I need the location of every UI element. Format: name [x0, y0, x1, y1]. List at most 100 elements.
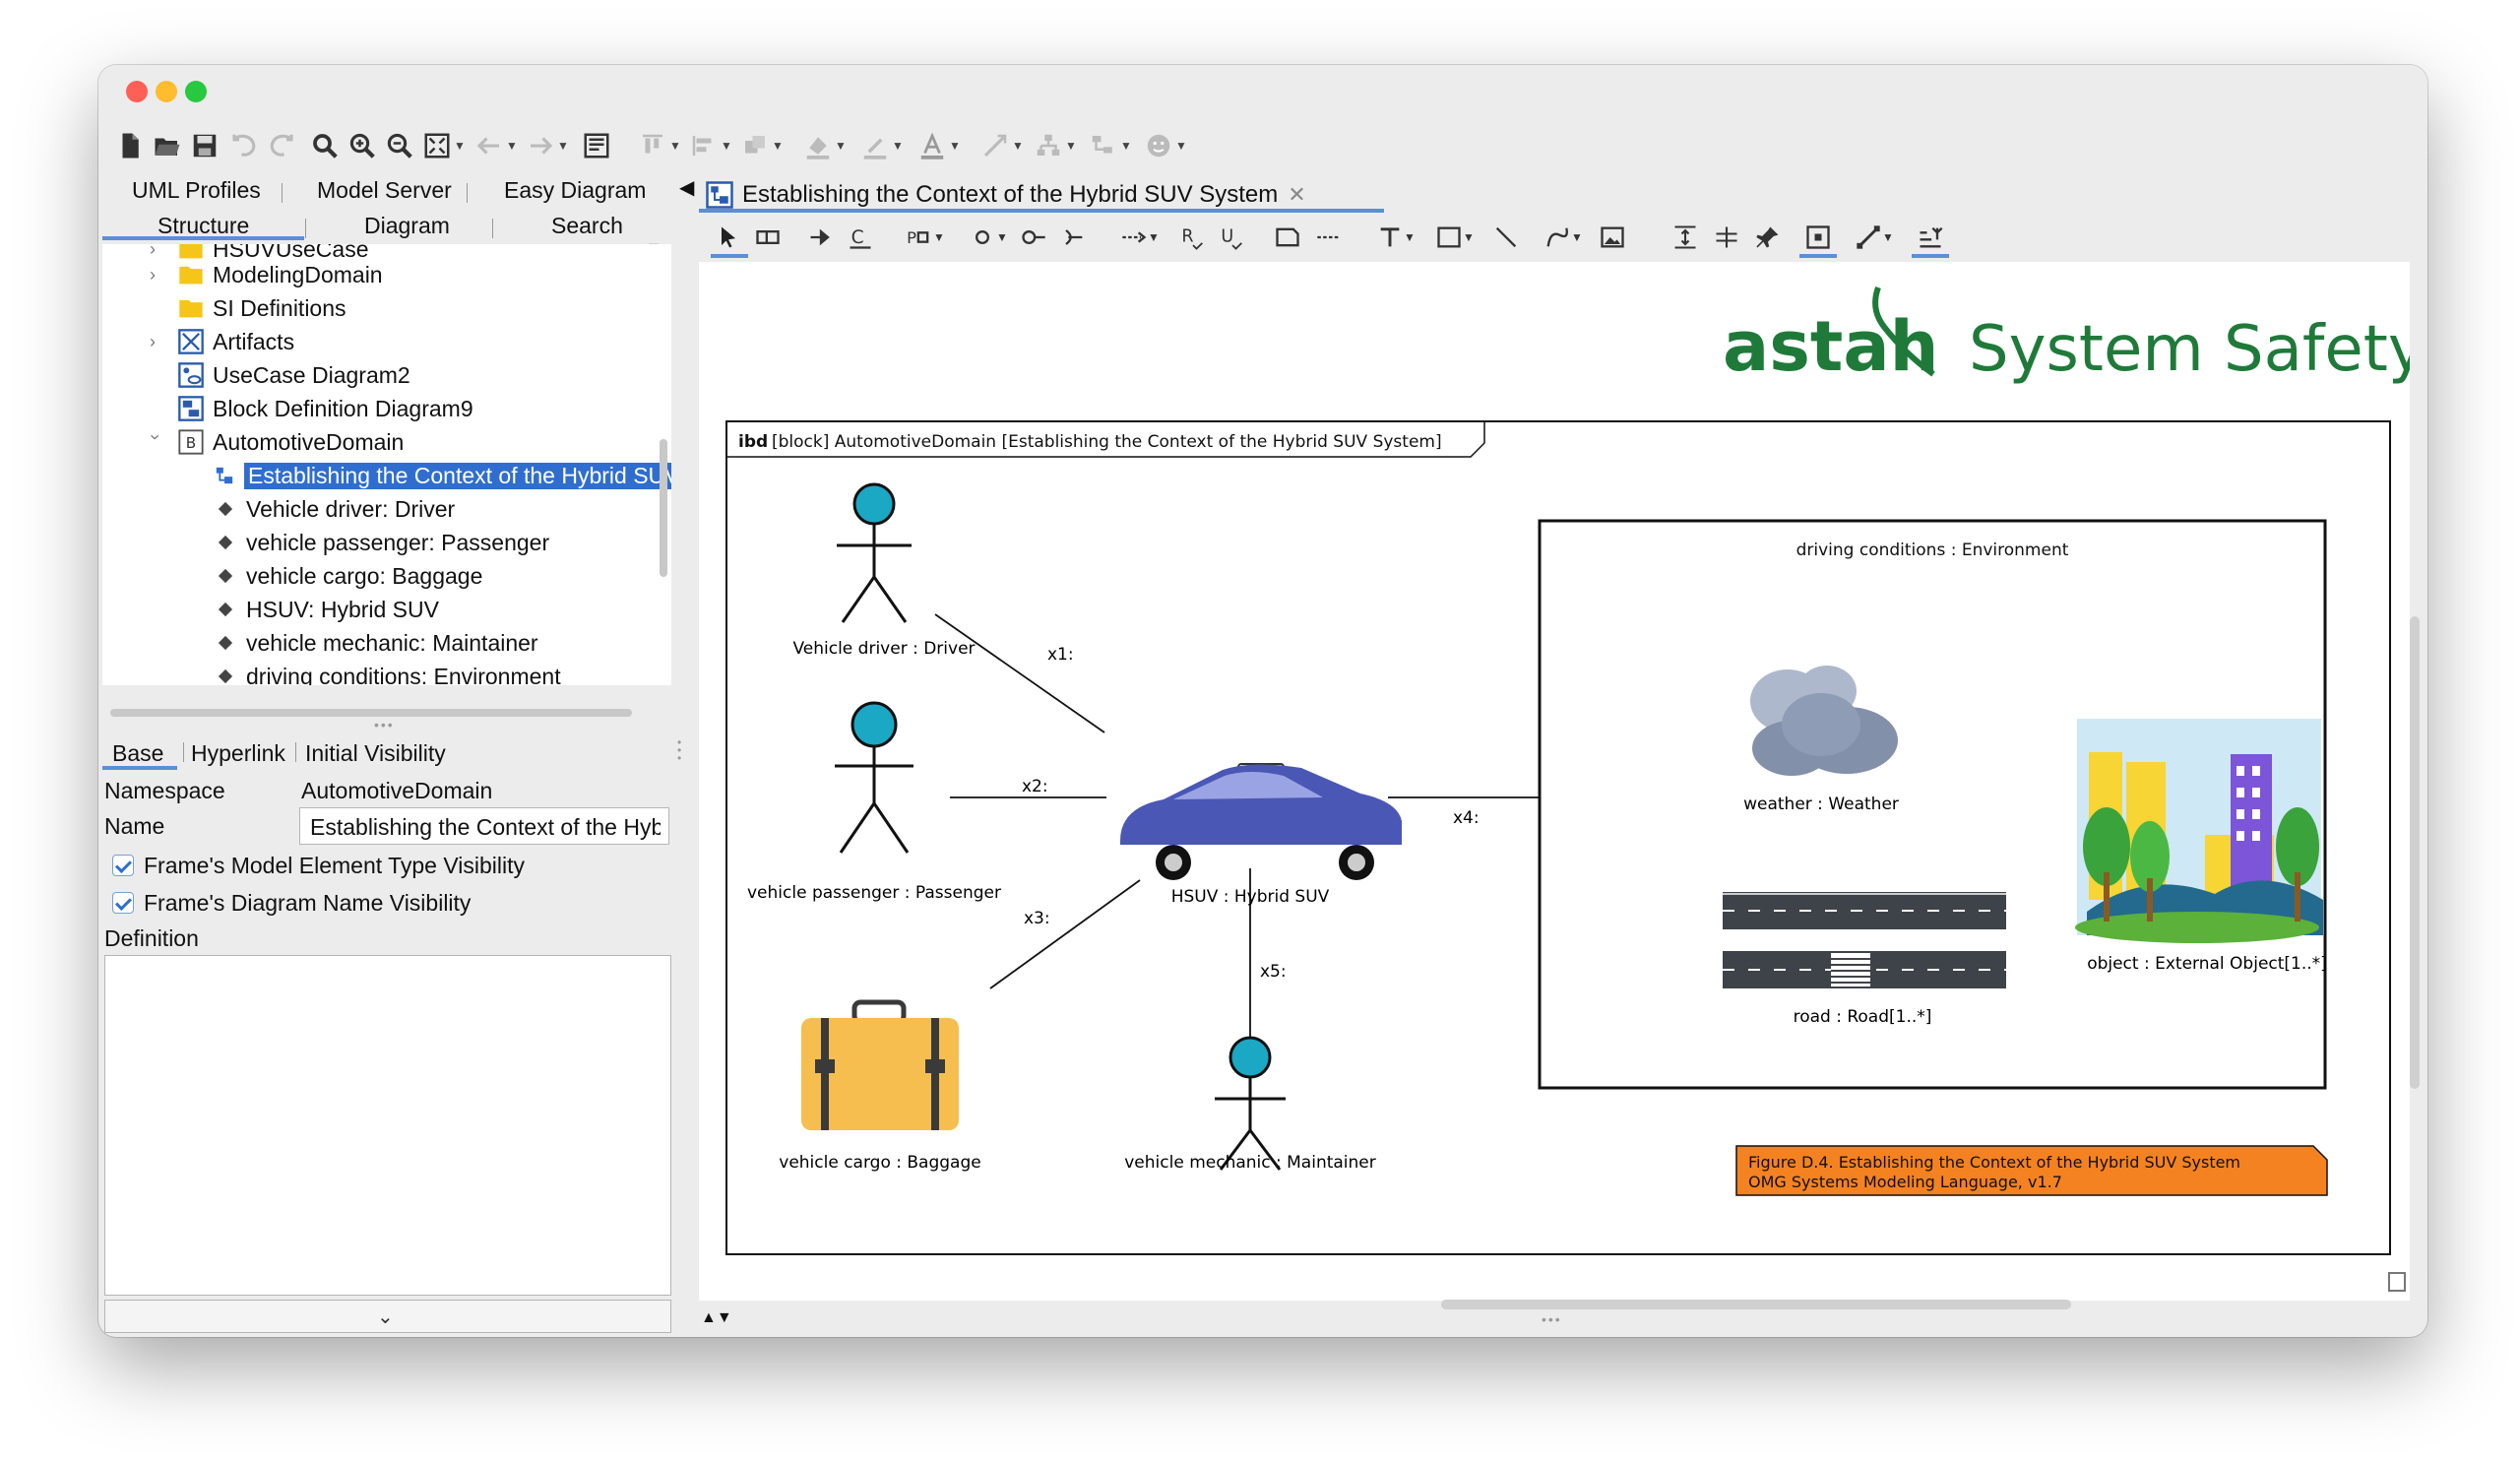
rectangle-tool-icon[interactable]: ▼ [1427, 221, 1482, 254]
tree-item-automotivedomain[interactable]: › B AutomotiveDomain [102, 425, 671, 459]
font-color-icon[interactable]: ▼ [914, 128, 965, 163]
tab-structure[interactable]: Structure [158, 213, 249, 239]
layout-icon[interactable]: ▼ [1030, 128, 1081, 163]
collapse-left-panel-icon[interactable]: ◀ [679, 175, 694, 200]
realization-tool-icon[interactable]: R [1175, 221, 1211, 254]
flow-port-tool-icon[interactable] [803, 221, 839, 254]
open-folder-icon[interactable] [150, 128, 185, 163]
tab-initial-visibility[interactable]: Initial Visibility [305, 740, 446, 767]
save-icon[interactable] [187, 128, 222, 163]
line-routing-icon[interactable]: ▼ [1847, 221, 1902, 254]
back-icon[interactable]: ▼ [472, 128, 520, 163]
zoom-in-icon[interactable] [345, 128, 380, 163]
diagram-name-visibility-checkbox[interactable] [112, 892, 134, 914]
align-left-icon[interactable]: ▼ [687, 128, 734, 163]
line-style-icon[interactable]: ▼ [976, 128, 1028, 163]
fit-window-icon[interactable]: ▼ [419, 128, 469, 163]
diagram-canvas[interactable]: astah System Safety ibd [block] Automoti… [699, 262, 2410, 1301]
port-tool-icon[interactable]: P ▼ [898, 221, 953, 254]
tree-item-part[interactable]: Vehicle driver: Driver [102, 492, 671, 526]
tab-uml-profiles[interactable]: UML Profiles [132, 177, 261, 204]
provided-interface-tool-icon[interactable] [1016, 221, 1051, 254]
close-window-button[interactable] [126, 81, 148, 102]
check1-label: Frame's Model Element Type Visibility [144, 853, 526, 878]
tree-item-context-diagram[interactable]: Establishing the Context of the Hybrid S… [102, 459, 671, 492]
tree-vertical-scrollbar[interactable] [660, 439, 667, 577]
find-icon[interactable] [307, 128, 343, 163]
tree-item-part[interactable]: HSUV: Hybrid SUV [102, 593, 671, 626]
tree-item-part[interactable]: driving conditions: Environment [102, 660, 671, 685]
note-anchor-tool-icon[interactable] [1311, 221, 1347, 254]
face-icon[interactable]: ▼ [1140, 128, 1191, 163]
name-field[interactable]: Establishing the Context of the Hybrid S… [299, 807, 669, 845]
note-tool-icon[interactable] [1270, 221, 1305, 254]
tab-easy-diagram[interactable]: Easy Diagram [504, 177, 646, 204]
part-icon [218, 635, 233, 651]
mechanic-label: vehicle mechanic : Maintainer [1124, 1153, 1376, 1173]
arrange-icon[interactable]: ▼ [738, 128, 786, 163]
vertical-splitter-handle[interactable]: • • • [677, 736, 681, 764]
text-tool-icon[interactable]: ▼ [1368, 221, 1423, 254]
zoom-out-icon[interactable] [382, 128, 417, 163]
tree-item-part[interactable]: vehicle cargo: Baggage [102, 559, 671, 593]
close-tab-icon[interactable]: ✕ [1288, 182, 1305, 208]
minimize-window-button[interactable] [156, 81, 177, 102]
splitter-handle[interactable]: ••• [374, 717, 395, 732]
title-bar [98, 65, 2427, 116]
tree-item-si-definitions[interactable]: SI Definitions [102, 291, 671, 325]
tab-diagram[interactable]: Diagram [364, 213, 450, 239]
fill-color-icon[interactable]: ▼ [799, 128, 850, 163]
connector-tool-icon[interactable]: C [843, 221, 878, 254]
tree-item-artifacts[interactable]: › Artifacts [102, 325, 671, 358]
overview-icon[interactable] [2388, 1272, 2406, 1292]
tree-item-modelingdomain[interactable]: › ModelingDomain [102, 258, 671, 291]
distribute-vertical-icon[interactable] [1668, 221, 1703, 254]
required-interface-tool-icon[interactable] [1055, 221, 1091, 254]
line-color-icon[interactable]: ▼ [856, 128, 908, 163]
tab-base[interactable]: Base [112, 740, 163, 767]
snap-to-grid-icon[interactable] [1799, 221, 1837, 254]
tree-item-part[interactable]: vehicle mechanic: Maintainer [102, 626, 671, 660]
interface-tool-icon[interactable]: ▼ [961, 221, 1016, 254]
active-tab-indicator [102, 236, 304, 240]
line-tool-icon[interactable] [1488, 221, 1524, 254]
canvas-horizontal-scrollbar[interactable] [1441, 1300, 2071, 1309]
block-diagram-icon [178, 396, 204, 421]
model-element-type-visibility-checkbox[interactable] [112, 855, 134, 876]
mechanic-actor-icon [1215, 1036, 1286, 1171]
select-tool-icon[interactable] [711, 221, 746, 254]
forward-icon[interactable]: ▼ [524, 128, 571, 163]
tree-layout-icon[interactable]: ▼ [1085, 128, 1136, 163]
zoom-window-button[interactable] [185, 81, 207, 102]
align-icon[interactable] [579, 128, 614, 163]
definition-expand-button[interactable]: ⌄ [104, 1300, 671, 1333]
canvas-vertical-scrollbar[interactable] [2410, 616, 2420, 1089]
curve-tool-icon[interactable]: ▼ [1536, 221, 1591, 254]
expand-bottom-panel-icon[interactable]: ▲▼ [701, 1309, 732, 1327]
part-icon [218, 668, 233, 684]
redo-icon[interactable] [264, 128, 299, 163]
dependency-tool-icon[interactable]: ▼ [1110, 221, 1169, 254]
bottom-splitter-handle[interactable]: ••• [1542, 1311, 1562, 1327]
figure-note: Figure D.4. Establishing the Context of … [1735, 1145, 2328, 1196]
tree-item-usecase-diagram2[interactable]: UseCase Diagram2 [102, 358, 671, 392]
pin-icon[interactable] [1750, 221, 1786, 254]
tree-item-part[interactable]: vehicle passenger: Passenger [102, 526, 671, 559]
part-icon [218, 568, 233, 584]
logo-text-system-safety: System Safety [1969, 313, 2410, 386]
tree-horizontal-scrollbar[interactable] [110, 709, 632, 717]
align-top-icon[interactable]: ▼ [636, 128, 683, 163]
block-tool-icon[interactable] [750, 221, 786, 254]
new-file-icon[interactable] [112, 128, 148, 163]
usage-tool-icon[interactable]: U [1215, 221, 1250, 254]
tree-item-block-definition-diagram9[interactable]: Block Definition Diagram9 [102, 392, 671, 425]
tab-search[interactable]: Search [551, 213, 623, 239]
undo-icon[interactable] [226, 128, 262, 163]
pan-icon[interactable] [1912, 221, 1949, 254]
definition-textarea[interactable] [104, 955, 671, 1296]
tab-model-server[interactable]: Model Server [317, 177, 452, 204]
tab-hyperlink[interactable]: Hyperlink [191, 740, 285, 767]
image-tool-icon[interactable] [1595, 221, 1630, 254]
distribute-horizontal-icon[interactable] [1709, 221, 1744, 254]
left-panel-tabs: UML Profiles Model Server Easy Diagram S… [102, 175, 673, 238]
